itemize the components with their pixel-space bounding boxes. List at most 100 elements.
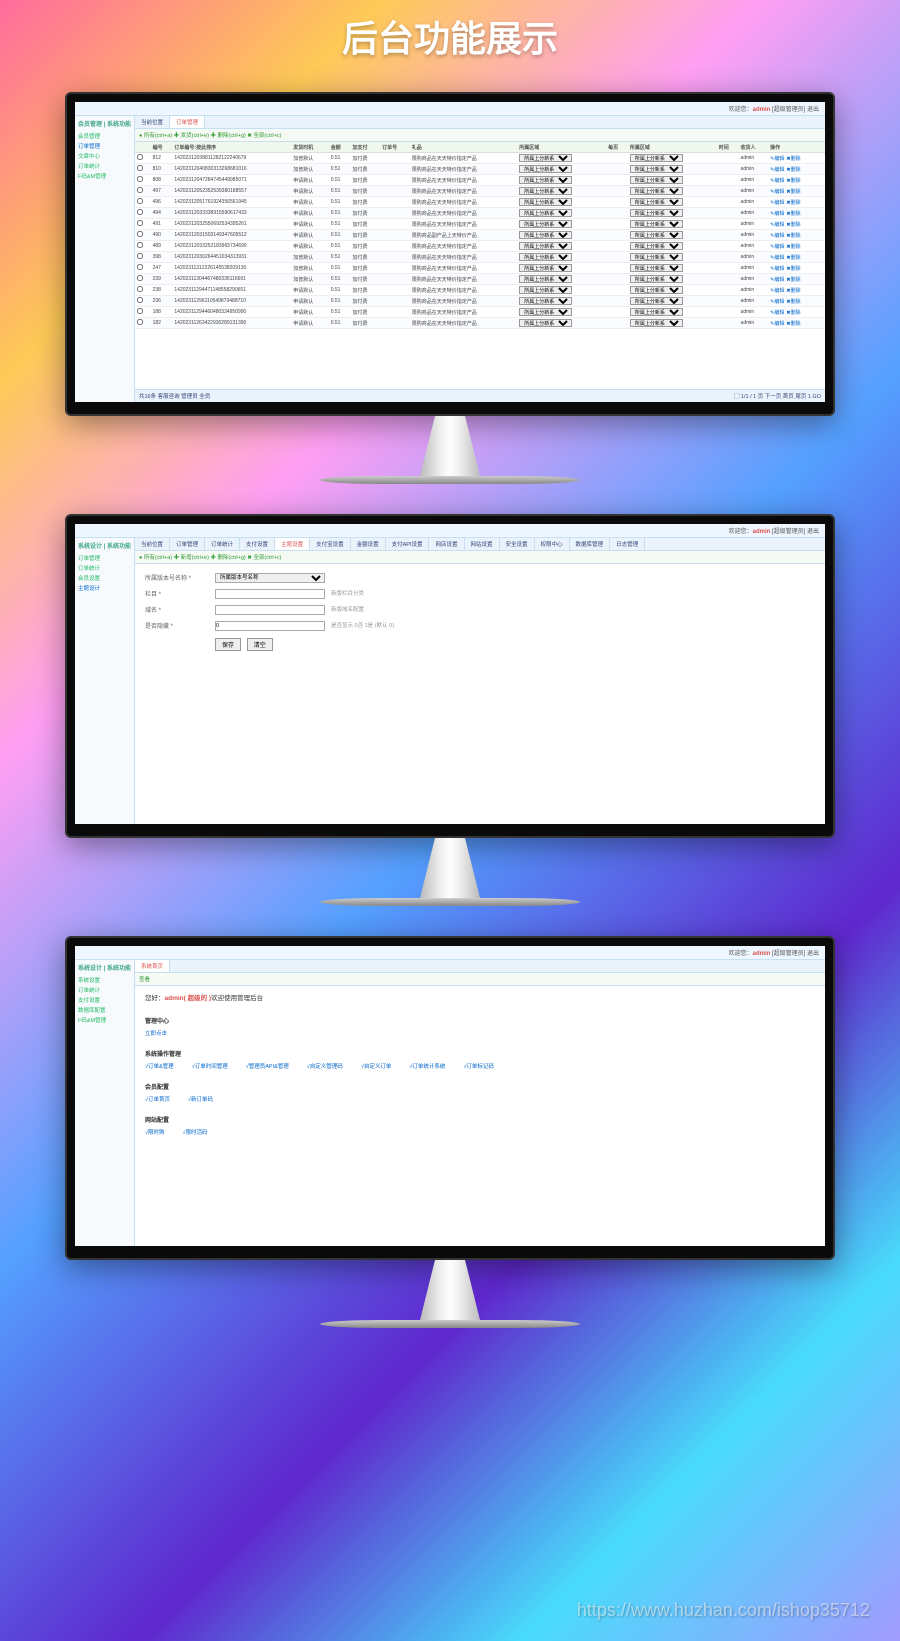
row-checkbox[interactable] — [137, 154, 143, 160]
logout-link[interactable]: 退出 — [807, 529, 819, 535]
dashboard-link[interactable]: √新订单码 — [188, 1097, 213, 1103]
delete-link[interactable]: ✖删除 — [786, 310, 800, 316]
toolbar[interactable]: 查看 — [135, 973, 825, 986]
area-select2[interactable]: 所属上分新系 — [630, 297, 683, 305]
area-select[interactable]: 所属上分新系 — [519, 198, 572, 206]
dashboard-link[interactable]: √订单统计系统 — [409, 1064, 445, 1070]
tab[interactable]: 支付设置 — [240, 538, 275, 550]
column-header[interactable]: 发货时机 — [291, 142, 328, 153]
tab[interactable]: 数据库管理 — [570, 538, 611, 550]
column-header[interactable]: 礼品 — [410, 142, 518, 153]
delete-link[interactable]: ✖删除 — [786, 189, 800, 195]
delete-link[interactable]: ✖删除 — [786, 277, 800, 283]
row-checkbox[interactable] — [137, 165, 143, 171]
row-checkbox[interactable] — [137, 308, 143, 314]
column-header[interactable]: 操作 — [768, 142, 825, 153]
tab[interactable]: 当前位置 — [135, 538, 170, 550]
edit-link[interactable]: ✎编辑 — [770, 288, 784, 294]
row-checkbox[interactable] — [137, 242, 143, 248]
area-select2[interactable]: 所属上分新系 — [630, 286, 683, 294]
tab-home[interactable]: 当前位置 — [135, 116, 170, 128]
area-select2[interactable]: 所属上分新系 — [630, 275, 683, 283]
delete-link[interactable]: ✖删除 — [786, 266, 800, 272]
sidebar-item[interactable]: 订单管理 — [78, 553, 131, 563]
column-header[interactable]: 订单编号:按此排序 — [172, 142, 291, 153]
tab[interactable]: 网站设置 — [465, 538, 500, 550]
area-select2[interactable]: 所属上分新系 — [630, 165, 683, 173]
tab[interactable]: 订单管理 — [170, 538, 205, 550]
column-header[interactable]: 收货人 — [739, 142, 769, 153]
tab[interactable]: 安全设置 — [500, 538, 535, 550]
edit-link[interactable]: ✎编辑 — [770, 167, 784, 173]
sidebar-item[interactable]: F码&M管理 — [78, 171, 131, 181]
area-select2[interactable]: 所属上分新系 — [630, 187, 683, 195]
save-button[interactable]: 保存 — [215, 638, 241, 651]
column-header[interactable]: 每页 — [606, 142, 628, 153]
column-header[interactable]: 加支付 — [351, 142, 381, 153]
sidebar-item[interactable]: 会员管理 — [78, 131, 131, 141]
sidebar-item[interactable]: 订单统计 — [78, 161, 131, 171]
edit-link[interactable]: ✎编辑 — [770, 277, 784, 283]
edit-link[interactable]: ✎编辑 — [770, 222, 784, 228]
area-select[interactable]: 所属上分新系 — [519, 297, 572, 305]
dashboard-link[interactable]: √自定义订单 — [361, 1064, 392, 1070]
edit-link[interactable]: ✎编辑 — [770, 233, 784, 239]
dashboard-link[interactable]: √订单首页 — [145, 1097, 170, 1103]
edit-link[interactable]: ✎编辑 — [770, 310, 784, 316]
tab[interactable]: 主题设置 — [275, 538, 310, 550]
dashboard-link[interactable]: √限时活码 — [183, 1130, 208, 1136]
area-select[interactable]: 所属上分新系 — [519, 253, 572, 261]
area-select[interactable]: 所属上分新系 — [519, 275, 572, 283]
toolbar[interactable]: ● 所有(ctrl+a) ✚ 新增(ctrl+e) ✚ 删除(ctrl+g) ✖… — [135, 551, 825, 564]
tab-home[interactable]: 系统首页 — [135, 960, 170, 972]
edit-link[interactable]: ✎编辑 — [770, 189, 784, 195]
dashboard-link[interactable]: √自定义管理码 — [307, 1064, 343, 1070]
sidebar-item[interactable]: 数据库配置 — [78, 1005, 131, 1015]
row-checkbox[interactable] — [137, 264, 143, 270]
clear-button[interactable]: 清空 — [247, 638, 273, 651]
column-header[interactable]: 所属区域 — [628, 142, 717, 153]
area-select[interactable]: 所属上分新系 — [519, 242, 572, 250]
area-select2[interactable]: 所属上分新系 — [630, 319, 683, 327]
delete-link[interactable]: ✖删除 — [786, 288, 800, 294]
edit-link[interactable]: ✎编辑 — [770, 178, 784, 184]
delete-link[interactable]: ✖删除 — [786, 321, 800, 327]
field-select[interactable]: 所属版本号名称 — [215, 573, 325, 583]
sidebar-item[interactable]: 主题设计 — [78, 583, 131, 593]
delete-link[interactable]: ✖删除 — [786, 255, 800, 261]
area-select[interactable]: 所属上分新系 — [519, 319, 572, 327]
area-select2[interactable]: 所属上分新系 — [630, 154, 683, 162]
edit-link[interactable]: ✎编辑 — [770, 321, 784, 327]
delete-link[interactable]: ✖删除 — [786, 200, 800, 206]
row-checkbox[interactable] — [137, 275, 143, 281]
area-select[interactable]: 所属上分新系 — [519, 209, 572, 217]
row-checkbox[interactable] — [137, 209, 143, 215]
edit-link[interactable]: ✎编辑 — [770, 299, 784, 305]
tab[interactable]: 金额设置 — [351, 538, 386, 550]
row-checkbox[interactable] — [137, 187, 143, 193]
column-header[interactable]: 编号 — [151, 142, 173, 153]
dashboard-link[interactable]: √订单时间管理 — [192, 1064, 228, 1070]
tab[interactable]: 网店设置 — [429, 538, 464, 550]
delete-link[interactable]: ✖删除 — [786, 299, 800, 305]
sidebar-item[interactable]: F码&M管理 — [78, 1015, 131, 1025]
sidebar-item[interactable]: 订单管理 — [78, 141, 131, 151]
delete-link[interactable]: ✖删除 — [786, 244, 800, 250]
dashboard-link[interactable]: √限时购 — [145, 1130, 165, 1136]
field-input[interactable] — [215, 621, 325, 631]
row-checkbox[interactable] — [137, 220, 143, 226]
area-select[interactable]: 所属上分新系 — [519, 308, 572, 316]
column-header[interactable]: 订单号 — [380, 142, 410, 153]
delete-link[interactable]: ✖删除 — [786, 222, 800, 228]
area-select2[interactable]: 所属上分新系 — [630, 308, 683, 316]
delete-link[interactable]: ✖删除 — [786, 233, 800, 239]
row-checkbox[interactable] — [137, 231, 143, 237]
sidebar-item[interactable]: 支付设置 — [78, 995, 131, 1005]
tab[interactable]: 权限中心 — [535, 538, 570, 550]
tab-orders[interactable]: 订单管理 — [170, 116, 205, 128]
field-input[interactable] — [215, 589, 325, 599]
edit-link[interactable]: ✎编辑 — [770, 200, 784, 206]
sidebar-item[interactable]: 会员设置 — [78, 573, 131, 583]
area-select2[interactable]: 所属上分新系 — [630, 198, 683, 206]
logout-link[interactable]: 退出 — [807, 951, 819, 957]
